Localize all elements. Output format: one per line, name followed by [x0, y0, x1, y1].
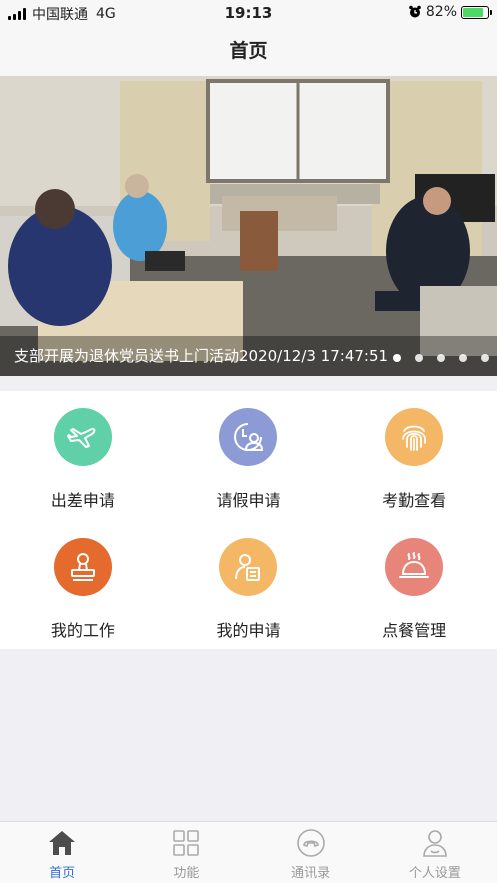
leave-person-icon — [219, 408, 278, 466]
tab-contacts-label: 通讯录 — [291, 866, 331, 881]
tab-home[interactable]: 首页 — [0, 822, 124, 883]
tab-home-label: 首页 — [49, 866, 76, 881]
leave-request-label: 请假申请 — [216, 491, 281, 510]
my-application-label: 我的申请 — [216, 621, 281, 640]
business-trip-button[interactable]: 出差申请 — [0, 391, 166, 521]
status-right: 82% — [408, 4, 492, 20]
home-icon — [49, 831, 76, 855]
user-icon — [423, 830, 447, 857]
phone-icon — [296, 829, 325, 857]
my-work-label: 我的工作 — [50, 621, 115, 640]
tab-bar: 首页 功能 通讯录 个人设置 — [0, 821, 497, 883]
grid-icon — [173, 830, 200, 856]
my-work-button[interactable]: 我的工作 — [0, 521, 166, 649]
feature-grid: 出差申请 请假申请 考勤查看 我的工作 我的申请 点餐管理 — [0, 391, 497, 649]
attendance-button[interactable]: 考勤查看 — [331, 391, 497, 521]
banner-carousel[interactable]: 支部开展为退休党员送书上门活动2020/12/3 17:47:51 — [0, 76, 497, 376]
carousel-dot[interactable] — [393, 354, 401, 362]
business-trip-label: 出差申请 — [50, 491, 115, 510]
attendance-label: 考勤查看 — [382, 491, 447, 510]
tab-settings-label: 个人设置 — [408, 866, 461, 881]
my-application-button[interactable]: 我的申请 — [166, 521, 332, 649]
page-title: 首页 — [0, 26, 497, 76]
tab-functions-label: 功能 — [173, 866, 200, 881]
battery-icon — [461, 5, 492, 19]
alarm-icon — [409, 5, 421, 18]
stamp-icon — [53, 538, 112, 596]
carousel-dot[interactable] — [415, 354, 423, 362]
airplane-icon — [53, 408, 112, 466]
application-form-icon — [219, 538, 278, 596]
banner-photo — [0, 76, 497, 376]
tab-contacts[interactable]: 通讯录 — [249, 822, 373, 883]
tab-functions[interactable]: 功能 — [124, 822, 248, 883]
battery-percent: 82% — [425, 4, 457, 20]
meal-ordering-label: 点餐管理 — [382, 621, 447, 640]
fingerprint-icon — [385, 408, 444, 466]
tab-settings[interactable]: 个人设置 — [373, 822, 497, 883]
carousel-dot[interactable] — [481, 354, 489, 362]
carousel-dots[interactable] — [393, 354, 489, 362]
meal-ordering-button[interactable]: 点餐管理 — [331, 521, 497, 649]
status-bar: 中国联通 4G 19:13 82% — [0, 0, 497, 26]
food-cloche-icon — [385, 538, 444, 596]
carousel-dot[interactable] — [459, 354, 467, 362]
carousel-dot[interactable] — [437, 354, 445, 362]
leave-request-button[interactable]: 请假申请 — [166, 391, 332, 521]
